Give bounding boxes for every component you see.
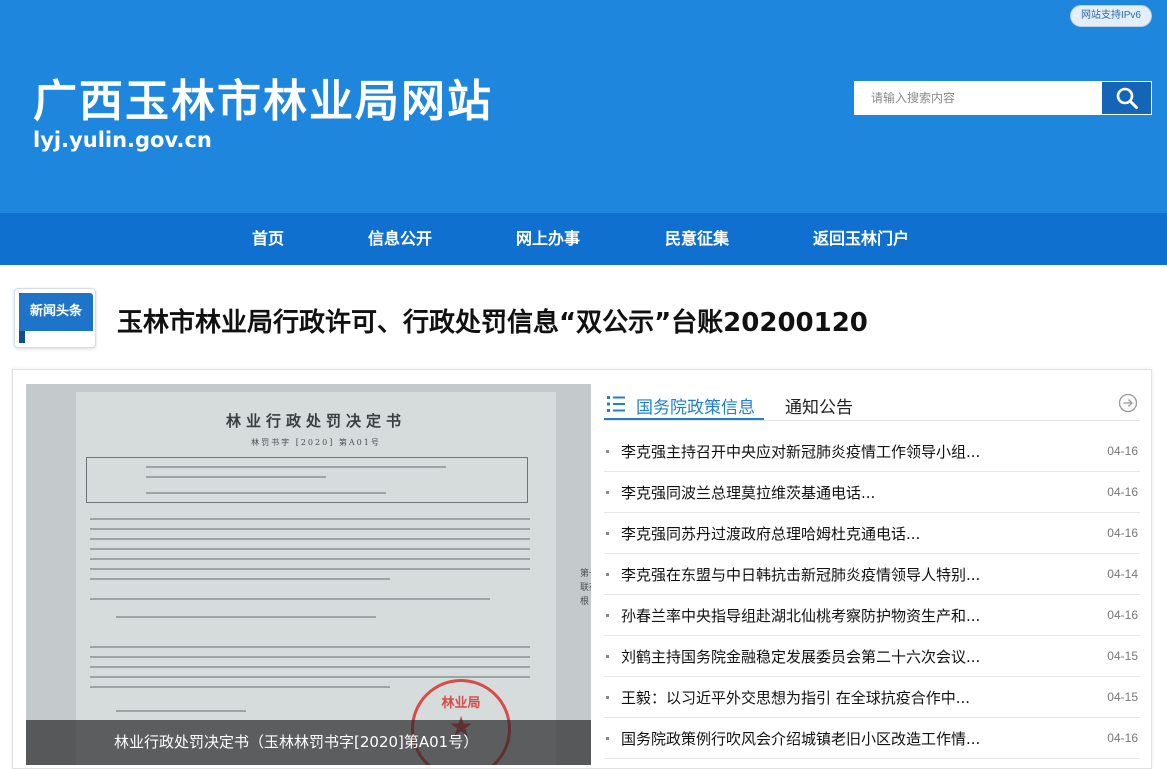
tab-notices[interactable]: 通知公告 <box>785 393 853 418</box>
document-line <box>90 518 530 520</box>
document-line <box>146 466 446 468</box>
document-paper: 林业行政处罚决定书 林罚书字 [2020] 第A01号 第一联存根 林业局 <box>76 392 591 765</box>
news-title[interactable]: 李克强同苏丹过渡政府总理哈姆杜克通电话... <box>621 523 920 544</box>
bullet <box>606 614 609 617</box>
news-date: 04-16 <box>1107 444 1138 458</box>
news-date: 04-16 <box>1107 608 1138 622</box>
document-title: 林业行政处罚决定书 <box>225 412 406 430</box>
document-line <box>146 492 386 494</box>
seal-text: 林业局 <box>441 696 481 711</box>
news-date: 04-15 <box>1107 649 1138 663</box>
badge-label: 新闻头条 <box>29 304 82 319</box>
news-date: 04-16 <box>1107 485 1138 499</box>
bullet <box>606 696 609 699</box>
search-icon <box>1116 87 1138 109</box>
document-side-text: 第一联存根 <box>580 569 591 607</box>
active-tab-underline <box>604 418 764 420</box>
news-title[interactable]: 王毅：以习近平外交思想为指引 在全球抗疫合作中... <box>621 687 970 708</box>
news-date: 04-16 <box>1107 731 1138 745</box>
more-arrow-icon[interactable] <box>1118 393 1138 413</box>
list-item[interactable]: 李克强同波兰总理莫拉维茨基通电话... 04-16 <box>604 472 1140 513</box>
news-title[interactable]: 国务院政策例行吹风会介绍城镇老旧小区改造工作情... <box>621 728 980 749</box>
document-line <box>90 558 530 560</box>
list-item[interactable]: 国务院政策例行吹风会介绍城镇老旧小区改造工作情... 04-16 <box>604 718 1140 759</box>
news-date: 04-15 <box>1107 690 1138 704</box>
document-number: 林罚书字 [2020] 第A01号 <box>251 438 381 447</box>
document-info-box <box>86 457 528 503</box>
list-item[interactable]: 孙春兰率中央指导组赴湖北仙桃考察防护物资生产和... 04-16 <box>604 595 1140 636</box>
news-date: 04-14 <box>1107 567 1138 581</box>
search-button[interactable] <box>1101 81 1152 115</box>
document-line <box>90 676 530 678</box>
ipv6-badge[interactable]: 网站支持IPv6 <box>1070 5 1152 27</box>
site-domain: lyj.yulin.gov.cn <box>33 128 212 152</box>
news-headline-badge: 新闻头条 <box>14 288 96 348</box>
search-input[interactable] <box>854 81 1102 115</box>
tab-state-council-policy[interactable]: 国务院政策信息 <box>636 393 755 418</box>
featured-caption[interactable]: 林业行政处罚决定书（玉林林罚书字[2020]第A01号） <box>26 720 591 765</box>
document-line <box>90 578 390 580</box>
document-line <box>116 616 376 618</box>
nav-item-online-services[interactable]: 网上办事 <box>516 213 580 265</box>
document-line <box>90 656 530 658</box>
document-line <box>90 646 530 648</box>
document-line <box>90 538 530 540</box>
list-icon <box>607 396 625 412</box>
news-title[interactable]: 李克强在东盟与中日韩抗击新冠肺炎疫情领导人特别... <box>621 564 980 585</box>
site-title: 广西玉林市林业局网站 <box>33 76 493 127</box>
nav-item-public-opinion[interactable]: 民意征集 <box>665 213 729 265</box>
nav-item-info-disclosure[interactable]: 信息公开 <box>368 213 432 265</box>
news-date: 04-16 <box>1107 526 1138 540</box>
news-title[interactable]: 刘鹤主持国务院金融稳定发展委员会第二十六次会议... <box>621 646 980 667</box>
document-line <box>90 666 530 668</box>
bullet <box>606 450 609 453</box>
document-photo: 林业行政处罚决定书 林罚书字 [2020] 第A01号 第一联存根 林业局 <box>26 384 591 765</box>
document-line <box>90 568 530 570</box>
document-line <box>90 598 490 600</box>
document-line <box>90 686 390 688</box>
site-header: 网站支持IPv6 广西玉林市林业局网站 lyj.yulin.gov.cn <box>0 0 1167 213</box>
bullet <box>606 573 609 576</box>
document-line <box>116 710 246 712</box>
bullet <box>606 491 609 494</box>
badge-inner: 新闻头条 <box>19 293 93 331</box>
nav-item-back-to-portal[interactable]: 返回玉林门户 <box>813 213 909 265</box>
bullet <box>606 737 609 740</box>
news-title[interactable]: 孙春兰率中央指导组赴湖北仙桃考察防护物资生产和... <box>621 605 980 626</box>
list-item[interactable]: 李克强在东盟与中日韩抗击新冠肺炎疫情领导人特别... 04-14 <box>604 554 1140 595</box>
list-item[interactable]: 王毅：以习近平外交思想为指引 在全球抗疫合作中... 04-15 <box>604 677 1140 718</box>
document-line <box>90 528 530 530</box>
news-title[interactable]: 李克强同波兰总理莫拉维茨基通电话... <box>621 482 875 503</box>
tab-divider <box>604 420 1140 421</box>
featured-image[interactable]: 林业行政处罚决定书 林罚书字 [2020] 第A01号 第一联存根 林业局 <box>26 384 591 765</box>
document-line <box>90 548 530 550</box>
headline-title[interactable]: 玉林市林业局行政许可、行政处罚信息“双公示”台账20200120 <box>117 302 868 339</box>
document-line <box>146 476 326 478</box>
list-item[interactable]: 李克强同苏丹过渡政府总理哈姆杜克通电话... 04-16 <box>604 513 1140 554</box>
bullet <box>606 532 609 535</box>
bullet <box>606 655 609 658</box>
nav-item-home[interactable]: 首页 <box>252 213 284 265</box>
main-nav: 首页 信息公开 网上办事 民意征集 返回玉林门户 <box>0 213 1167 265</box>
list-item[interactable]: 李克强主持召开中央应对新冠肺炎疫情工作领导小组... 04-16 <box>604 431 1140 472</box>
list-item[interactable]: 刘鹤主持国务院金融稳定发展委员会第二十六次会议... 04-15 <box>604 636 1140 677</box>
news-title[interactable]: 李克强主持召开中央应对新冠肺炎疫情工作领导小组... <box>621 441 980 462</box>
